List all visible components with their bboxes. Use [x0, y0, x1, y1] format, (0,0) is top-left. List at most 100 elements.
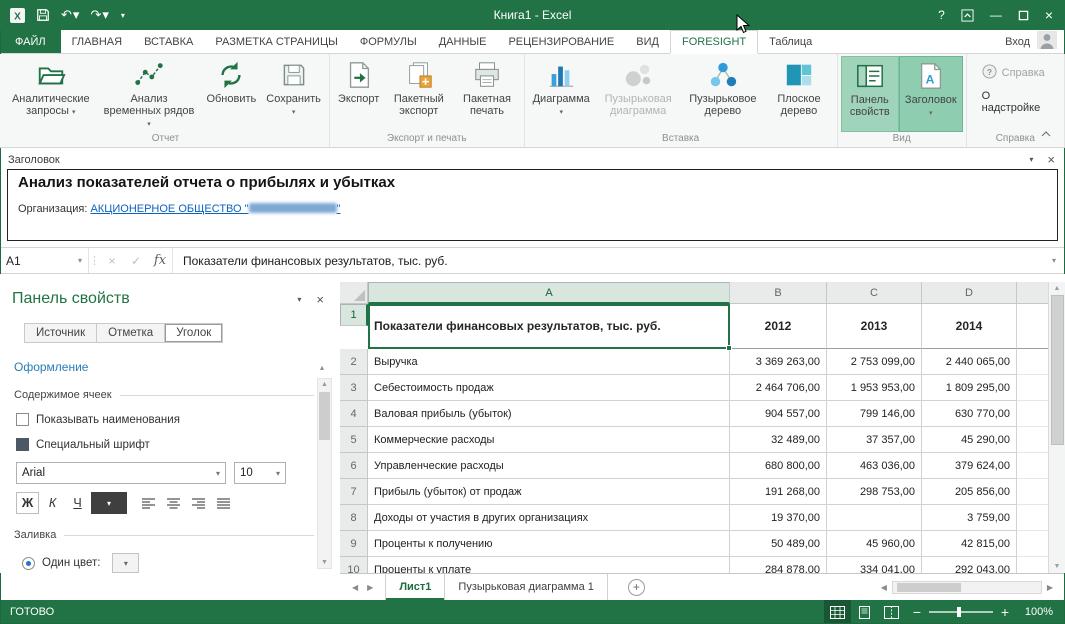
tab-corner[interactable]: Уголок: [165, 324, 222, 342]
cell[interactable]: 19 370,00: [730, 505, 827, 531]
scroll-down-icon[interactable]: ▼: [321, 557, 328, 568]
vertical-scrollbar[interactable]: ▲ ▼: [1048, 282, 1065, 573]
column-header-b[interactable]: B: [730, 282, 827, 304]
tab-mark[interactable]: Отметка: [97, 324, 165, 342]
organization-link[interactable]: АКЦИОНЕРНОЕ ОБЩЕСТВО "": [90, 203, 340, 215]
cancel-entry-icon[interactable]: ×: [100, 248, 124, 273]
formula-bar-handle[interactable]: ⋮: [88, 248, 100, 273]
name-box[interactable]: A1 ▾: [0, 248, 88, 273]
ribbon-button-export[interactable]: Экспорт: [333, 56, 384, 132]
ribbon-button-refresh[interactable]: Обновить: [201, 56, 261, 132]
tab-home[interactable]: ГЛАВНАЯ: [61, 30, 133, 53]
excel-app-icon[interactable]: X: [10, 8, 25, 23]
cell[interactable]: 45 960,00: [827, 531, 922, 557]
sheet-nav-left-icon[interactable]: ◀: [352, 583, 358, 592]
insert-function-icon[interactable]: fx: [148, 248, 172, 273]
help-icon[interactable]: ?: [938, 8, 945, 22]
customize-quick-access-icon[interactable]: ▾: [120, 11, 125, 20]
ribbon-button-about-addin[interactable]: О надстройке: [978, 88, 1053, 116]
cell[interactable]: [827, 505, 922, 531]
cell[interactable]: [1017, 479, 1048, 505]
scrollbar-thumb[interactable]: [897, 583, 961, 592]
cell-d1[interactable]: 2014: [922, 304, 1017, 349]
special-font-checkbox[interactable]: Специальный шрифт: [16, 438, 340, 451]
scroll-up-icon[interactable]: ▲: [1054, 282, 1061, 295]
row-header[interactable]: 9: [340, 531, 368, 557]
cell[interactable]: [1017, 304, 1048, 349]
cell[interactable]: 50 489,00: [730, 531, 827, 557]
sheet-tab-bubble-chart[interactable]: Пузырьковая диаграмма 1: [445, 574, 607, 600]
cell[interactable]: [1017, 505, 1048, 531]
ribbon-button-help[interactable]: ? Справка: [978, 62, 1053, 84]
properties-panel-menu-icon[interactable]: ▾: [297, 295, 301, 304]
ribbon-button-bubble-tree[interactable]: Пузырьковое дерево: [681, 56, 764, 132]
fill-handle[interactable]: [726, 345, 732, 351]
avatar[interactable]: [1037, 31, 1057, 52]
cell[interactable]: [1017, 349, 1048, 375]
font-family-select[interactable]: Arial ▾: [16, 462, 226, 484]
collapse-section-icon[interactable]: ▴: [320, 363, 324, 372]
panel-scrollbar[interactable]: ▲ ▼: [317, 378, 332, 569]
row-header[interactable]: 7: [340, 479, 368, 505]
scroll-down-icon[interactable]: ▼: [1054, 560, 1061, 573]
ribbon-button-header[interactable]: A Заголовок▾: [899, 56, 963, 132]
cell[interactable]: Себестоимость продаж: [368, 375, 730, 401]
cell[interactable]: 904 557,00: [730, 401, 827, 427]
save-icon[interactable]: [36, 8, 50, 22]
cell-b1[interactable]: 2012: [730, 304, 827, 349]
column-header-a[interactable]: A: [368, 282, 730, 304]
scroll-right-icon[interactable]: ▶: [1047, 583, 1053, 592]
column-header-d[interactable]: D: [922, 282, 1017, 304]
section-formatting[interactable]: Оформление: [14, 360, 88, 374]
cell[interactable]: 334 041,00: [827, 557, 922, 573]
align-center-button[interactable]: [162, 492, 185, 514]
cell[interactable]: 3 369 263,00: [730, 349, 827, 375]
spreadsheet[interactable]: A B C D 1 Показатели финансовых результа…: [340, 274, 1065, 573]
horizontal-scrollbar[interactable]: ◀ ▶: [881, 574, 1065, 600]
tab-source[interactable]: Источник: [25, 324, 97, 342]
one-color-radio[interactable]: Один цвет:: [22, 557, 100, 570]
cell[interactable]: 2 753 099,00: [827, 349, 922, 375]
cell[interactable]: 463 036,00: [827, 453, 922, 479]
cell[interactable]: 2 440 065,00: [922, 349, 1017, 375]
row-header[interactable]: 4: [340, 401, 368, 427]
cell[interactable]: [1017, 557, 1048, 573]
ribbon-button-save-report[interactable]: Сохранить▾: [261, 56, 326, 132]
cell[interactable]: 205 856,00: [922, 479, 1017, 505]
cell[interactable]: 292 043,00: [922, 557, 1017, 573]
ribbon-button-flat-tree[interactable]: Плоское дерево: [764, 56, 833, 132]
ribbon-button-batch-export[interactable]: Пакетный экспорт: [384, 56, 453, 132]
header-pane-close-icon[interactable]: ×: [1047, 152, 1055, 167]
cell[interactable]: [1017, 453, 1048, 479]
confirm-entry-icon[interactable]: ✓: [124, 248, 148, 273]
cell-a1[interactable]: Показатели финансовых результатов, тыс. …: [368, 304, 730, 349]
row-header[interactable]: 10: [340, 557, 368, 573]
cell[interactable]: 191 268,00: [730, 479, 827, 505]
cell[interactable]: [1017, 427, 1048, 453]
cell[interactable]: 298 753,00: [827, 479, 922, 505]
show-names-checkbox[interactable]: Показывать наименования: [16, 413, 340, 426]
close-icon[interactable]: ×: [1045, 7, 1053, 23]
scroll-up-icon[interactable]: ▲: [321, 379, 328, 390]
row-header[interactable]: 8: [340, 505, 368, 531]
cell[interactable]: Коммерческие расходы: [368, 427, 730, 453]
scrollbar-thumb[interactable]: [319, 392, 330, 440]
cell[interactable]: Проценты к уплате: [368, 557, 730, 573]
cell[interactable]: [1017, 531, 1048, 557]
scrollbar-track[interactable]: [892, 581, 1042, 594]
ribbon-button-time-series-analysis[interactable]: Анализ временных рядов ▾: [97, 56, 202, 132]
properties-panel-close-icon[interactable]: ×: [316, 292, 324, 307]
ribbon-button-properties-panel[interactable]: Панель свойств: [841, 56, 899, 132]
tab-formulas[interactable]: ФОРМУЛЫ: [349, 30, 428, 53]
cell[interactable]: [1017, 401, 1048, 427]
tab-insert[interactable]: ВСТАВКА: [133, 30, 204, 53]
cell[interactable]: 630 770,00: [922, 401, 1017, 427]
cell[interactable]: 284 878,00: [730, 557, 827, 573]
cell[interactable]: 45 290,00: [922, 427, 1017, 453]
page-layout-view-button[interactable]: [851, 600, 878, 624]
scrollbar-thumb[interactable]: [1051, 295, 1064, 445]
cell[interactable]: 799 146,00: [827, 401, 922, 427]
tab-view[interactable]: ВИД: [625, 30, 670, 53]
tab-review[interactable]: РЕЦЕНЗИРОВАНИЕ: [497, 30, 625, 53]
font-size-select[interactable]: 10 ▾: [234, 462, 286, 484]
